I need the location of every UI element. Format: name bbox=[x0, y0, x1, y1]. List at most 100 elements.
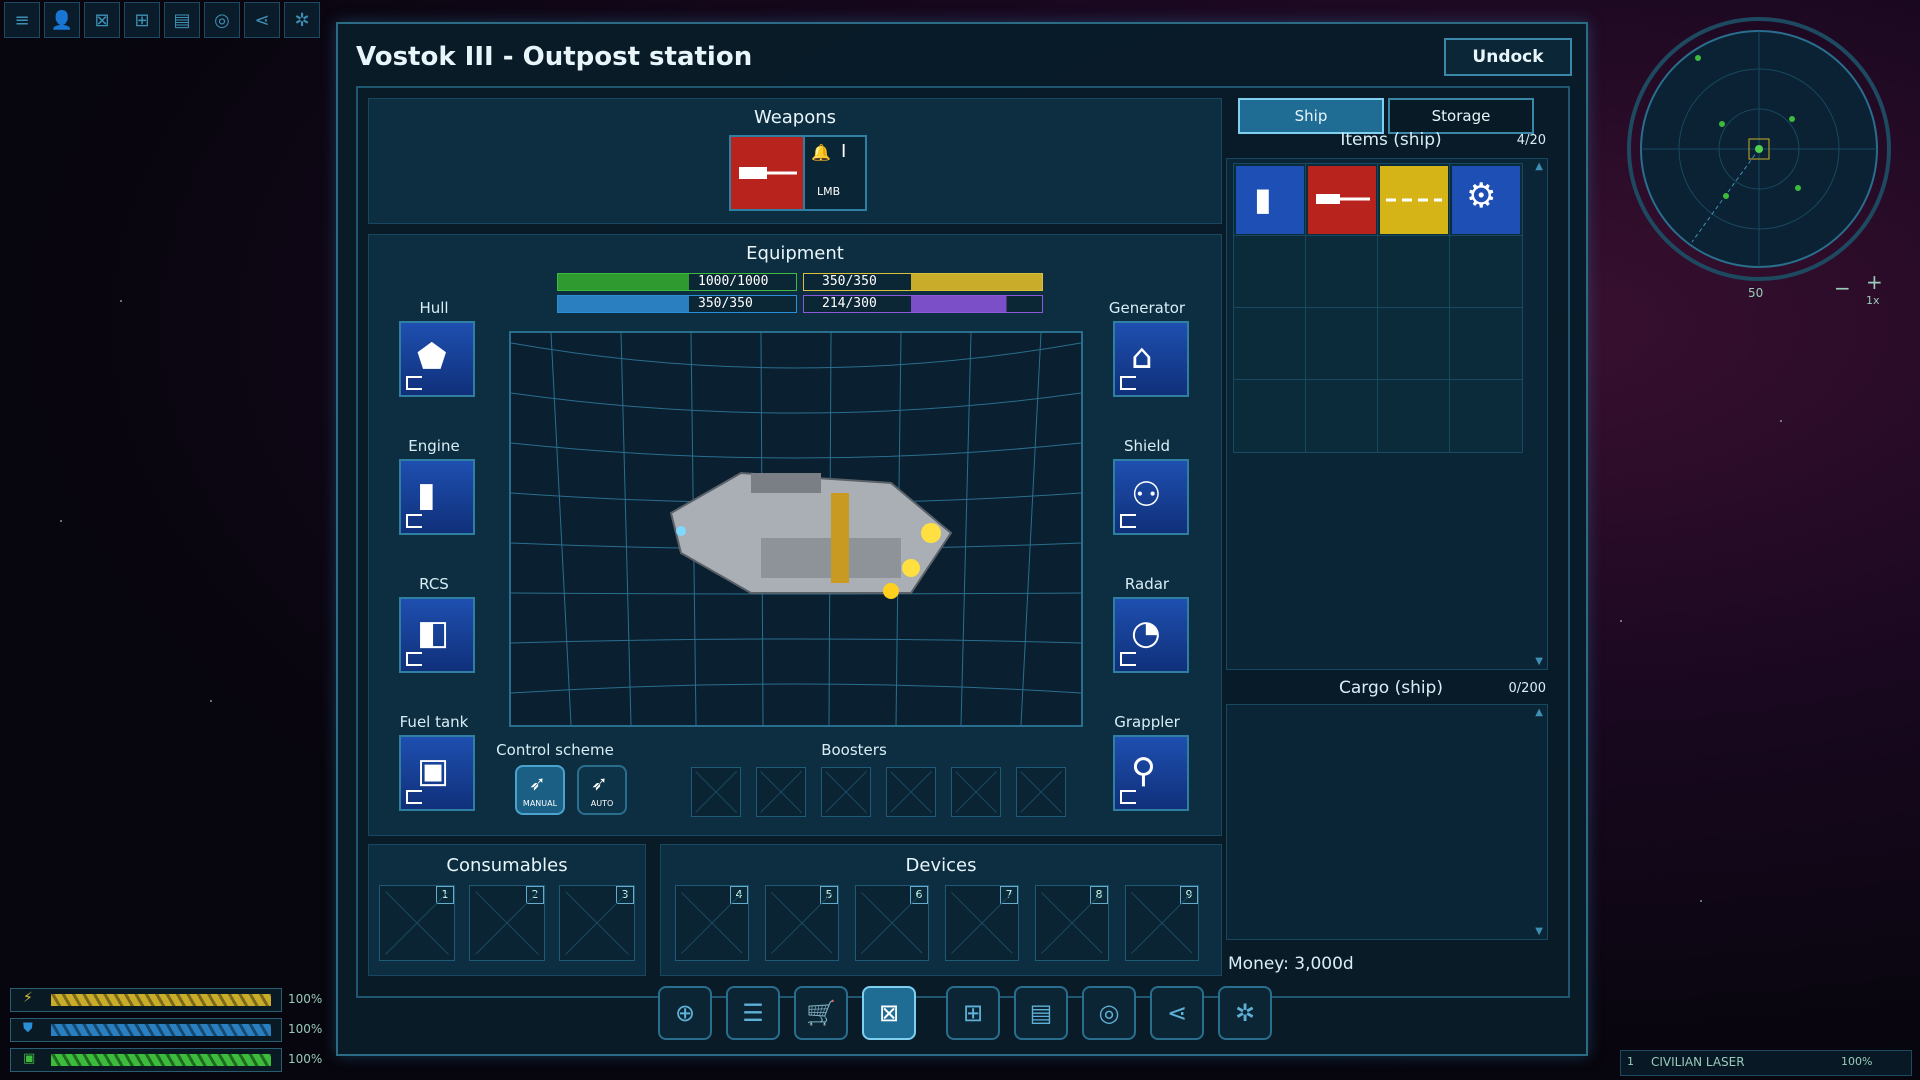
shield-status-bar: ⛊ bbox=[10, 1018, 282, 1042]
booster-slot[interactable] bbox=[756, 767, 806, 817]
item-slot[interactable] bbox=[1305, 379, 1379, 453]
network-icon[interactable]: ✲ bbox=[1218, 986, 1272, 1040]
weapons-title: Weapons bbox=[753, 107, 837, 128]
zoom-out-icon[interactable]: − bbox=[1834, 276, 1851, 300]
energy-status-bar: ⚡ bbox=[10, 988, 282, 1012]
scroll-up-icon[interactable]: ▲ bbox=[1535, 161, 1543, 172]
target-icon[interactable]: ◎ bbox=[204, 2, 240, 38]
chat-icon[interactable]: ☰ bbox=[726, 986, 780, 1040]
item-slot[interactable] bbox=[1305, 163, 1379, 237]
energy-fill bbox=[51, 994, 271, 1006]
weapon-slot-number: 1 bbox=[1627, 1055, 1634, 1068]
zoom-in-icon[interactable]: + bbox=[1866, 270, 1883, 294]
device-slot[interactable]: 4 bbox=[675, 885, 749, 961]
item-slot[interactable] bbox=[1305, 307, 1379, 381]
radar-slot[interactable]: ◔ bbox=[1113, 597, 1189, 673]
booster-slot[interactable] bbox=[886, 767, 936, 817]
inventory-icon[interactable]: ⊠ bbox=[862, 986, 916, 1040]
cursor-icon: I bbox=[841, 141, 847, 162]
device-slot[interactable]: 6 bbox=[855, 885, 929, 961]
slot-number: 5 bbox=[820, 886, 838, 904]
item-slot[interactable] bbox=[1233, 379, 1307, 453]
rcs-slot[interactable]: ◧ bbox=[399, 597, 475, 673]
network-icon[interactable]: ✲ bbox=[284, 2, 320, 38]
energy-percent: 100% bbox=[288, 992, 323, 1006]
map-icon[interactable]: ⊕ bbox=[658, 986, 712, 1040]
booster-slot[interactable] bbox=[1016, 767, 1066, 817]
grappler-slot[interactable]: ⚲ bbox=[1113, 735, 1189, 811]
menu-icon[interactable]: ≡ bbox=[4, 2, 40, 38]
item-slot[interactable] bbox=[1377, 235, 1451, 309]
items-count: 4/20 bbox=[1516, 133, 1546, 148]
booster-slot[interactable] bbox=[691, 767, 741, 817]
rcs-label: RCS bbox=[419, 575, 449, 593]
tab-storage[interactable]: Storage bbox=[1388, 98, 1534, 134]
radar-display bbox=[1627, 17, 1891, 281]
share-icon[interactable]: ⋖ bbox=[1150, 986, 1204, 1040]
device-slot[interactable]: 9 bbox=[1125, 885, 1199, 961]
hull-slot[interactable]: ⬟ bbox=[399, 321, 475, 397]
generator-slot[interactable]: ⌂ bbox=[1113, 321, 1189, 397]
device-slot[interactable]: 8 bbox=[1035, 885, 1109, 961]
minimap[interactable]: 50 + − 1x bbox=[1622, 12, 1896, 307]
item-slot[interactable] bbox=[1233, 307, 1307, 381]
fuel-tank-slot[interactable]: ▣ bbox=[399, 735, 475, 811]
auto-control-button[interactable]: ➶ AUTO bbox=[577, 765, 627, 815]
fuel-tank-label: Fuel tank bbox=[399, 713, 469, 731]
rcs-icon: ◧ bbox=[417, 613, 450, 653]
target-icon[interactable]: ◎ bbox=[1082, 986, 1136, 1040]
station-window: Vostok III - Outpost station Undock Weap… bbox=[336, 22, 1588, 1056]
items-header: Items (ship) 4/20 bbox=[1226, 130, 1556, 156]
weapon-group-selector[interactable]: 🔔 I LMB bbox=[803, 135, 867, 211]
grappler-icon: ⚲ bbox=[1131, 751, 1156, 791]
item-slot[interactable] bbox=[1377, 163, 1451, 237]
booster-slot[interactable] bbox=[821, 767, 871, 817]
shop-cart-icon[interactable]: 🛒 bbox=[794, 986, 848, 1040]
tab-ship[interactable]: Ship bbox=[1238, 98, 1384, 134]
shield-label: Shield bbox=[1123, 437, 1171, 455]
item-slot[interactable]: ▮ bbox=[1233, 163, 1307, 237]
log-icon[interactable]: ▤ bbox=[1014, 986, 1068, 1040]
window-title: Vostok III - Outpost station bbox=[356, 42, 753, 72]
consumable-slot[interactable]: 2 bbox=[469, 885, 545, 961]
scroll-down-icon[interactable]: ▼ bbox=[1535, 656, 1543, 667]
ammo-item-icon bbox=[1380, 166, 1448, 234]
slot-number: 6 bbox=[910, 886, 928, 904]
consumable-slot[interactable]: 1 bbox=[379, 885, 455, 961]
item-slot[interactable] bbox=[1233, 235, 1307, 309]
manual-control-button[interactable]: ➶ MANUAL bbox=[515, 765, 565, 815]
items-grid: ▮ ⚙ ▲ ▼ bbox=[1226, 158, 1548, 670]
log-icon[interactable]: ▤ bbox=[164, 2, 200, 38]
radar-label: Radar bbox=[1124, 575, 1170, 593]
undock-button[interactable]: Undock bbox=[1444, 38, 1572, 76]
device-slot[interactable]: 7 bbox=[945, 885, 1019, 961]
consumable-slot[interactable]: 3 bbox=[559, 885, 635, 961]
shield-slot[interactable]: ⚇ bbox=[1113, 459, 1189, 535]
item-slot[interactable] bbox=[1377, 379, 1451, 453]
shield-value: 350/350 bbox=[698, 296, 753, 311]
device-slot[interactable]: 5 bbox=[765, 885, 839, 961]
item-slot[interactable] bbox=[1449, 307, 1523, 381]
hull-small-icon: ▣ bbox=[23, 1051, 36, 1066]
scroll-up-icon[interactable]: ▲ bbox=[1535, 707, 1543, 718]
booster-slot[interactable] bbox=[951, 767, 1001, 817]
shield-fill bbox=[51, 1024, 271, 1036]
weapon-slot-laser[interactable] bbox=[729, 135, 805, 211]
energy-bar: 350/350 bbox=[803, 273, 1043, 291]
tree-icon[interactable]: ⊞ bbox=[124, 2, 160, 38]
pilot-icon[interactable]: 👤 bbox=[44, 2, 80, 38]
item-slot[interactable] bbox=[1305, 235, 1379, 309]
item-slot[interactable] bbox=[1449, 379, 1523, 453]
engine-slot[interactable]: ▮ bbox=[399, 459, 475, 535]
shield-small-icon: ⛊ bbox=[23, 1021, 33, 1036]
scroll-down-icon[interactable]: ▼ bbox=[1535, 926, 1543, 937]
ship-icon[interactable]: ⊠ bbox=[84, 2, 120, 38]
tree-icon[interactable]: ⊞ bbox=[946, 986, 1000, 1040]
item-slot[interactable] bbox=[1377, 307, 1451, 381]
item-slot[interactable] bbox=[1449, 235, 1523, 309]
item-slot[interactable]: ⚙ bbox=[1449, 163, 1523, 237]
hull-icon: ⬟ bbox=[417, 337, 447, 377]
laser-item-icon bbox=[1308, 166, 1376, 234]
module-item-icon: ⚙ bbox=[1452, 166, 1520, 234]
share-icon[interactable]: ⋖ bbox=[244, 2, 280, 38]
